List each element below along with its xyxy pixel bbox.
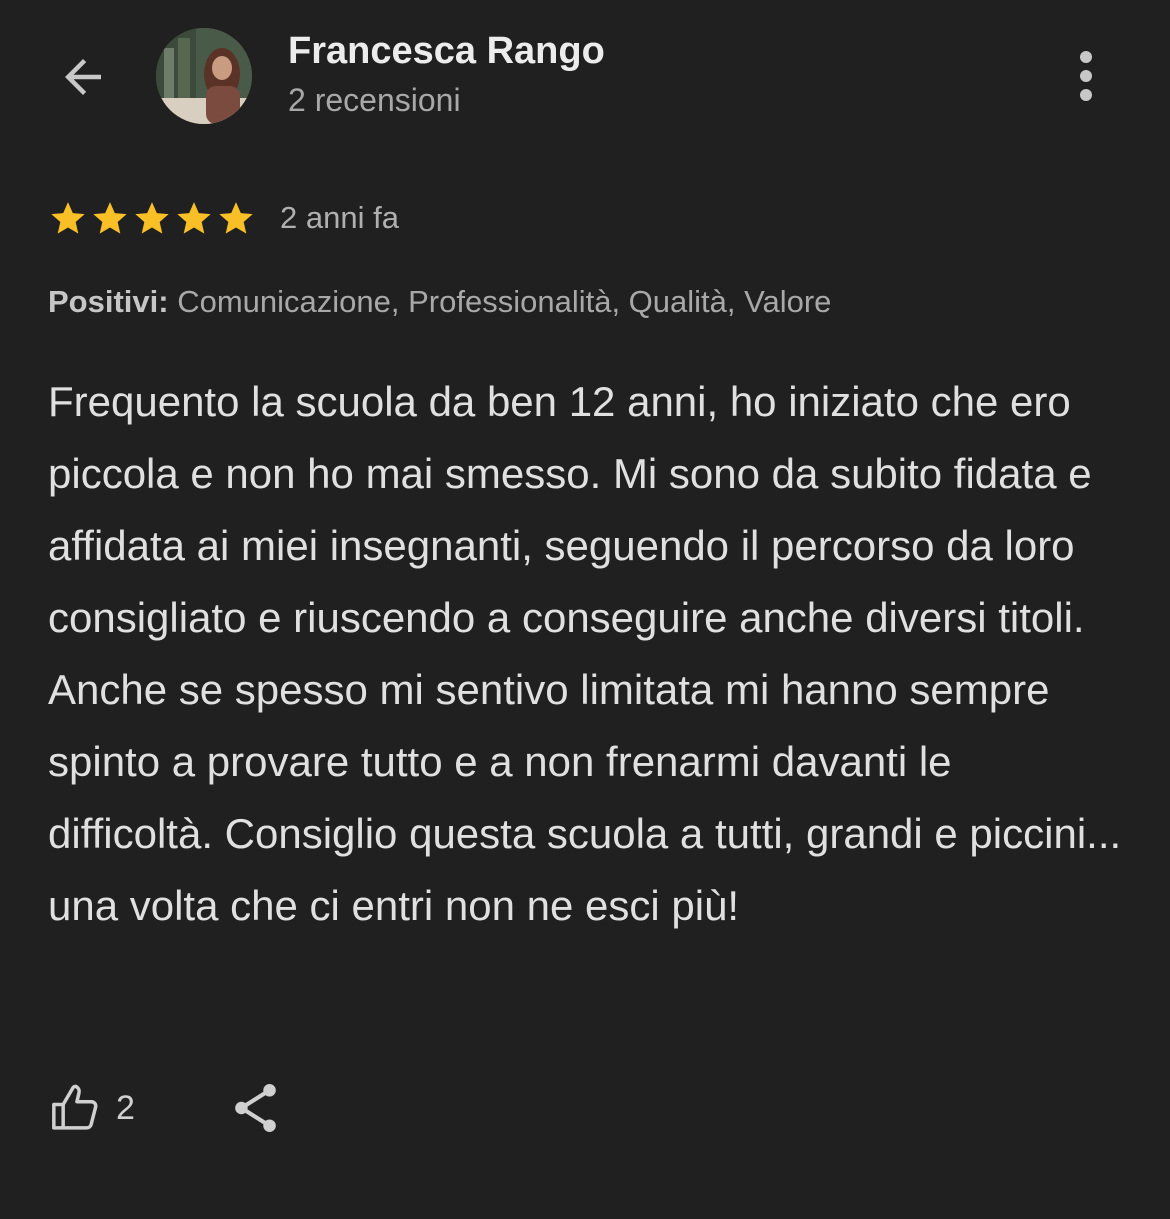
reviewer-name[interactable]: Francesca Rango bbox=[288, 30, 605, 73]
avatar[interactable] bbox=[156, 28, 252, 124]
more-vertical-icon bbox=[1080, 51, 1092, 101]
star-icon bbox=[93, 202, 127, 234]
back-button[interactable] bbox=[52, 46, 114, 108]
star-rating bbox=[48, 198, 256, 238]
star-icon bbox=[177, 202, 211, 234]
positives-row: Positivi: Comunicazione, Professionalità… bbox=[48, 284, 831, 320]
more-options-button[interactable] bbox=[1058, 46, 1114, 106]
review-header: Francesca Rango 2 recensioni bbox=[0, 0, 1170, 150]
review-text: Frequento la scuola da ben 12 anni, ho i… bbox=[48, 378, 1122, 929]
share-icon bbox=[235, 1084, 276, 1132]
rating-row: 2 anni fa bbox=[48, 194, 399, 242]
star-icon bbox=[219, 202, 253, 234]
thumbs-up-icon bbox=[52, 1084, 98, 1130]
share-button[interactable] bbox=[231, 1080, 281, 1136]
star-icon bbox=[51, 202, 85, 234]
like-count: 2 bbox=[116, 1088, 135, 1127]
arrow-back-icon bbox=[65, 59, 101, 95]
review-actions: 2 bbox=[48, 1076, 281, 1140]
star-icon bbox=[135, 202, 169, 234]
positives-label: Positivi: bbox=[48, 284, 169, 319]
like-button[interactable]: 2 bbox=[48, 1080, 135, 1136]
positives-values: Comunicazione, Professionalità, Qualità,… bbox=[177, 284, 832, 319]
review-time: 2 anni fa bbox=[280, 200, 399, 235]
avatar-photo bbox=[156, 28, 252, 124]
reviewer-review-count: 2 recensioni bbox=[288, 82, 461, 118]
